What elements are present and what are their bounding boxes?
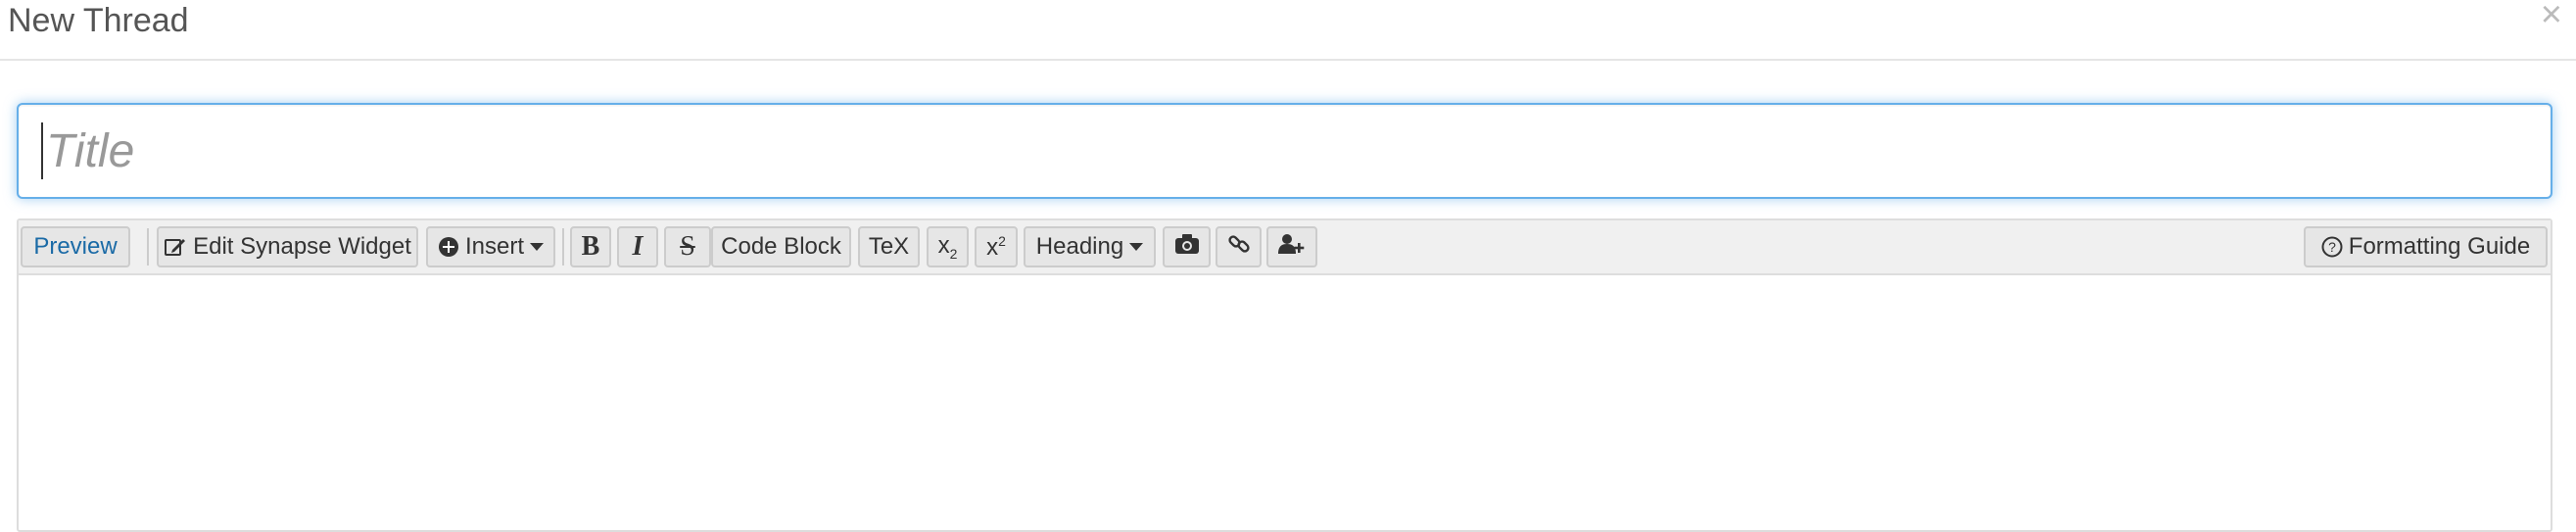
insert-image-button[interactable] xyxy=(1163,226,1211,267)
thread-title-input[interactable] xyxy=(17,103,2552,199)
camera-icon xyxy=(1174,233,1200,262)
insert-dropdown-button[interactable]: Insert xyxy=(426,226,555,267)
tex-button[interactable]: TeX xyxy=(858,226,920,267)
italic-icon: I xyxy=(632,231,644,262)
svg-text:?: ? xyxy=(2328,239,2336,255)
toolbar-divider xyxy=(562,228,564,266)
close-icon[interactable]: × xyxy=(2541,0,2562,33)
formatting-guide-button[interactable]: ? Formatting Guide xyxy=(2304,226,2548,267)
chevron-down-icon xyxy=(1129,243,1144,251)
formatting-guide-label: Formatting Guide xyxy=(2348,233,2531,260)
insert-link-button[interactable] xyxy=(1216,226,1262,267)
edit-synapse-widget-label: Edit Synapse Widget xyxy=(193,233,411,260)
subscript-icon: x2 xyxy=(937,232,958,262)
preview-button[interactable]: Preview xyxy=(21,226,130,267)
text-cursor xyxy=(41,122,43,179)
toolbar-divider xyxy=(147,228,149,266)
plus-circle-icon xyxy=(438,236,459,258)
strikethrough-icon: S xyxy=(680,231,695,262)
dialog-header: New Thread × xyxy=(0,0,2576,61)
user-plus-icon xyxy=(1278,233,1306,262)
editor-toolbar: Preview Edit Synapse Widget Insert B I S… xyxy=(19,220,2551,275)
insert-label: Insert xyxy=(464,233,525,260)
code-block-label: Code Block xyxy=(721,233,841,260)
markdown-editor[interactable]: Preview Edit Synapse Widget Insert B I S… xyxy=(17,218,2552,532)
code-block-button[interactable]: Code Block xyxy=(711,226,851,267)
strikethrough-button[interactable]: S xyxy=(664,226,711,267)
bold-button[interactable]: B xyxy=(570,226,611,267)
question-circle-icon: ? xyxy=(2321,236,2343,258)
edit-icon xyxy=(164,236,187,258)
preview-label: Preview xyxy=(33,233,118,260)
link-icon xyxy=(1227,232,1251,263)
heading-dropdown-button[interactable]: Heading xyxy=(1024,226,1156,267)
superscript-icon: x2 xyxy=(986,232,1006,261)
dialog-title: New Thread xyxy=(8,2,189,39)
superscript-button[interactable]: x2 xyxy=(975,226,1018,267)
edit-synapse-widget-button[interactable]: Edit Synapse Widget xyxy=(157,226,418,267)
heading-label: Heading xyxy=(1035,233,1124,260)
chevron-down-icon xyxy=(530,243,545,251)
bold-icon: B xyxy=(581,231,600,262)
tex-label: TeX xyxy=(868,233,910,260)
editor-textarea[interactable] xyxy=(19,275,2551,530)
italic-button[interactable]: I xyxy=(617,226,658,267)
subscript-button[interactable]: x2 xyxy=(927,226,969,267)
mention-user-button[interactable] xyxy=(1266,226,1317,267)
